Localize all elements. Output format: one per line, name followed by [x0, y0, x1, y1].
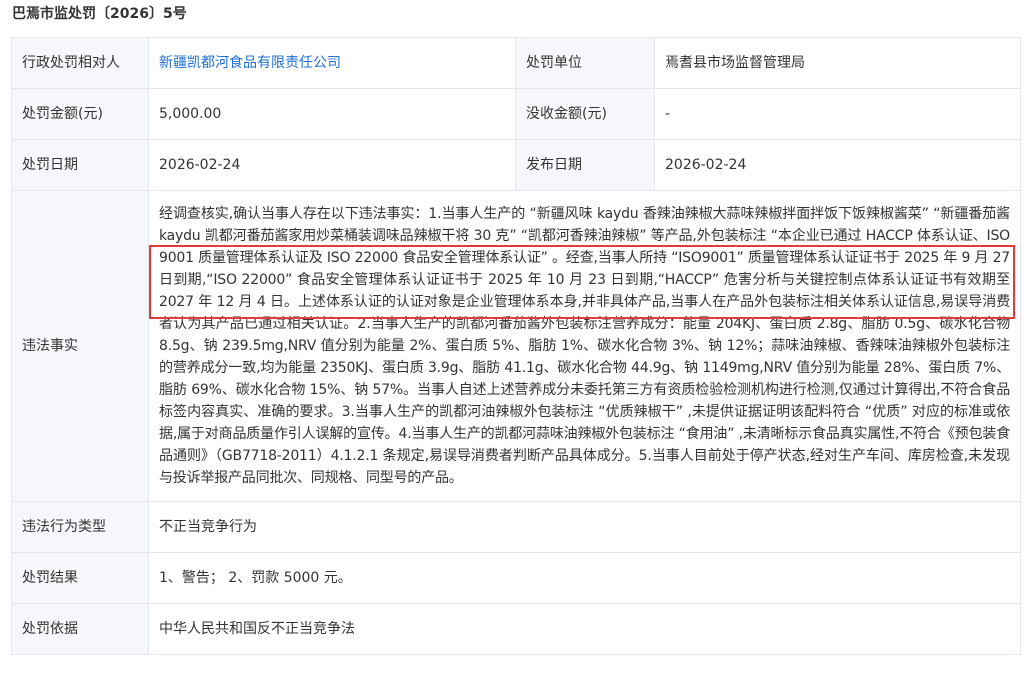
party-link[interactable]: 新疆凯都河食品有限责任公司 [159, 55, 341, 71]
row-basis: 处罚依据 中华人民共和国反不正当竞争法 [11, 603, 1021, 655]
row-amount: 处罚金额(元) 5,000.00 没收金额(元) - [11, 88, 1021, 140]
document-title: 巴焉市监处罚〔2026〕5号 [12, 6, 187, 22]
party-cell: 新疆凯都河食品有限责任公司 [148, 37, 516, 89]
violation-type-value: 不正当竞争行为 [148, 501, 1021, 553]
authority-value: 焉耆县市场监督管理局 [654, 37, 1021, 89]
party-label: 行政处罚相对人 [11, 37, 149, 89]
violation-type-label: 违法行为类型 [11, 501, 149, 553]
date-value: 2026-02-24 [148, 139, 516, 191]
row-facts: 违法事实 经调查核实,确认当事人存在以下违法事实：1.当事人生产的 “新疆风味 … [11, 190, 1021, 502]
fine-label: 处罚金额(元) [11, 88, 149, 140]
date-label: 处罚日期 [11, 139, 149, 191]
basis-value: 中华人民共和国反不正当竞争法 [148, 603, 1021, 655]
confiscation-value: - [654, 88, 1021, 140]
facts-label: 违法事实 [11, 190, 149, 502]
facts-text: 经调查核实,确认当事人存在以下违法事实：1.当事人生产的 “新疆风味 kaydu… [159, 206, 1010, 486]
row-date: 处罚日期 2026-02-24 发布日期 2026-02-24 [11, 139, 1021, 191]
fine-value: 5,000.00 [148, 88, 516, 140]
basis-label: 处罚依据 [11, 603, 149, 655]
authority-label: 处罚单位 [515, 37, 655, 89]
facts-cell: 经调查核实,确认当事人存在以下违法事实：1.当事人生产的 “新疆风味 kaydu… [148, 190, 1021, 502]
publish-date-value: 2026-02-24 [654, 139, 1021, 191]
row-type: 违法行为类型 不正当竞争行为 [11, 501, 1021, 553]
result-label: 处罚结果 [11, 552, 149, 604]
publish-date-label: 发布日期 [515, 139, 655, 191]
row-result: 处罚结果 1、警告； 2、罚款 5000 元。 [11, 552, 1021, 604]
penalty-detail-table: 行政处罚相对人 新疆凯都河食品有限责任公司 处罚单位 焉耆县市场监督管理局 处罚… [11, 37, 1021, 655]
result-value: 1、警告； 2、罚款 5000 元。 [148, 552, 1021, 604]
confiscation-label: 没收金额(元) [515, 88, 655, 140]
row-party: 行政处罚相对人 新疆凯都河食品有限责任公司 处罚单位 焉耆县市场监督管理局 [11, 37, 1021, 89]
